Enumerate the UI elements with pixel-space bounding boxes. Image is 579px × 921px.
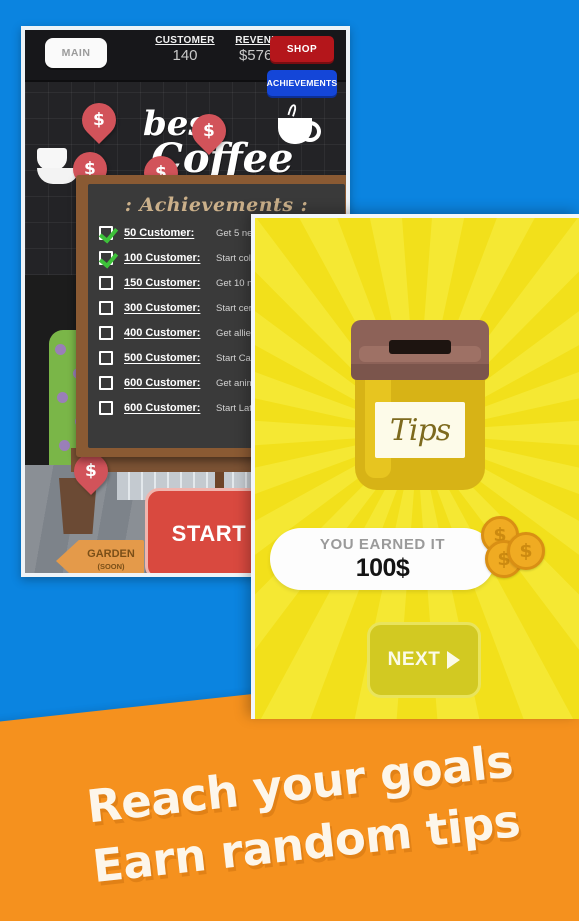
customer-stat-value: 140: [172, 47, 198, 64]
achievements-button[interactable]: ACHIEVEMENTS: [267, 70, 337, 96]
next-button[interactable]: NEXT: [367, 622, 481, 698]
customer-stat: CUSTOMER 140: [147, 35, 223, 64]
flower-icon: [57, 392, 68, 403]
earned-label: YOU EARNED IT: [319, 535, 446, 553]
checkbox-unchecked-icon[interactable]: [99, 351, 113, 365]
tips-reward-popup: Tips YOU EARNED IT 100$ $ $ $ NEXT: [251, 214, 579, 719]
achievement-title: 600 Customer:: [124, 402, 201, 414]
achievement-title: 150 Customer:: [124, 277, 201, 289]
achievement-title: 400 Customer:: [124, 327, 201, 339]
jar-label-text: Tips: [389, 412, 451, 448]
game-hud: MAIN CUSTOMER 140 REVENUES $57600 SHOP A…: [25, 30, 346, 96]
flower-icon: [55, 344, 66, 355]
achievement-title: 100 Customer:: [124, 252, 201, 264]
mug-icon: [37, 148, 67, 170]
achievement-title: 300 Customer:: [124, 302, 201, 314]
earned-reward-box: YOU EARNED IT 100$: [270, 528, 495, 590]
customer-stat-label: CUSTOMER: [155, 35, 215, 46]
money-pin-symbol: $: [85, 461, 97, 481]
money-pin-symbol: $: [93, 110, 105, 130]
main-button[interactable]: MAIN: [45, 38, 107, 68]
arrow-right-icon: [447, 651, 461, 669]
next-button-label: NEXT: [387, 649, 441, 670]
achievement-title: 600 Customer:: [124, 377, 201, 389]
achievement-title: 50 Customer:: [124, 227, 195, 239]
garden-sign[interactable]: GARDEN (SOON): [56, 540, 144, 573]
checkbox-unchecked-icon[interactable]: [99, 376, 113, 390]
garden-sign-label: GARDEN: [87, 548, 135, 560]
shop-button[interactable]: SHOP: [270, 36, 334, 62]
tips-jar-illustration: Tips: [351, 302, 489, 490]
coffee-cup-icon: [278, 118, 321, 144]
earned-amount: 100$: [355, 553, 410, 582]
jar-lid-lip: [351, 364, 489, 380]
checkbox-unchecked-icon[interactable]: [99, 276, 113, 290]
jar-lid: [351, 320, 489, 380]
coin-symbol: $: [519, 540, 533, 562]
coins-icon-group: $ $ $: [479, 516, 551, 582]
checkbox-checked-icon[interactable]: [99, 226, 113, 240]
money-pin-symbol: $: [203, 121, 215, 141]
achievement-title: 500 Customer:: [124, 352, 201, 364]
checkbox-unchecked-icon[interactable]: [99, 401, 113, 415]
coin-icon: $: [507, 532, 545, 570]
jar-label: Tips: [375, 402, 465, 458]
garden-sign-text: GARDEN (SOON): [80, 548, 142, 571]
checkbox-checked-icon[interactable]: [99, 251, 113, 265]
checkbox-unchecked-icon[interactable]: [99, 326, 113, 340]
flower-icon: [59, 440, 70, 451]
checkbox-unchecked-icon[interactable]: [99, 301, 113, 315]
garden-sign-sub: (SOON): [97, 561, 125, 571]
achievements-board-title: : Achievements :: [124, 194, 309, 216]
jar-coin-slot: [389, 340, 451, 354]
